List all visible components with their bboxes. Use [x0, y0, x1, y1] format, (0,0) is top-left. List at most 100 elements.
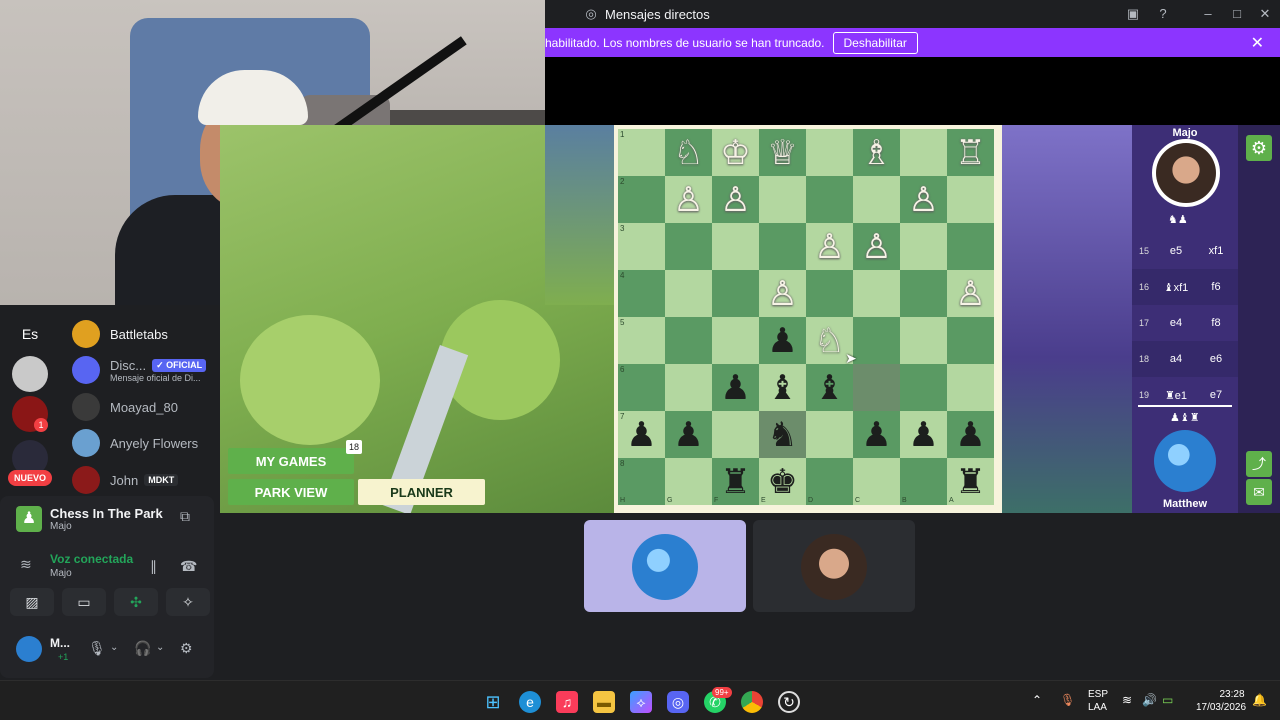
- board-square[interactable]: ♟: [759, 317, 806, 364]
- disable-button[interactable]: Deshabilitar: [832, 31, 918, 54]
- dm-item-anyely[interactable]: Anyely Flowers: [72, 425, 198, 461]
- wifi-icon[interactable]: ≋: [1122, 693, 1132, 707]
- disconnect-icon[interactable]: ☎: [180, 558, 197, 575]
- board-square[interactable]: ♟: [900, 411, 947, 458]
- planner-button[interactable]: PLANNER: [358, 479, 485, 505]
- black-knight-piece[interactable]: ♞: [767, 418, 797, 452]
- share-icon[interactable]: ⤴: [1246, 451, 1272, 477]
- white-rook-piece[interactable]: ♖: [955, 136, 985, 170]
- board-square[interactable]: ♙: [900, 176, 947, 223]
- mic-tray-icon[interactable]: 🎙: [1060, 693, 1075, 707]
- dm-item-moayad[interactable]: Moayad_80: [72, 389, 178, 425]
- black-pawn-piece[interactable]: ♟: [626, 418, 656, 452]
- board-square[interactable]: ♝: [759, 364, 806, 411]
- board-square[interactable]: [665, 317, 712, 364]
- board-square[interactable]: ♔: [712, 129, 759, 176]
- language-top[interactable]: ESP: [1088, 689, 1108, 700]
- white-king-piece[interactable]: ♔: [720, 136, 750, 170]
- park-view-button[interactable]: PARK VIEW: [228, 479, 354, 505]
- board-square[interactable]: [900, 270, 947, 317]
- dm-item-john[interactable]: John MDKT: [72, 462, 179, 498]
- board-square[interactable]: [759, 176, 806, 223]
- board-square[interactable]: ♙: [853, 223, 900, 270]
- white-pawn-piece[interactable]: ♙: [908, 183, 938, 217]
- board-square[interactable]: [806, 129, 853, 176]
- board-square[interactable]: ♙: [712, 176, 759, 223]
- board-square[interactable]: ♟: [853, 411, 900, 458]
- black-pawn-piece[interactable]: ♟: [861, 418, 891, 452]
- board-square[interactable]: [900, 223, 947, 270]
- board-square[interactable]: C: [853, 458, 900, 505]
- edge-icon[interactable]: e: [519, 691, 541, 713]
- move-row[interactable]: 15 e5 xf1: [1132, 233, 1238, 269]
- black-king-piece[interactable]: ♚: [767, 465, 797, 499]
- screen-share-button[interactable]: ▭: [62, 588, 106, 616]
- maximize-icon[interactable]: □: [1229, 6, 1245, 22]
- board-square[interactable]: [853, 270, 900, 317]
- music-icon[interactable]: ♫: [556, 691, 578, 713]
- board-square[interactable]: [853, 317, 900, 364]
- board-square[interactable]: ♟: [947, 411, 994, 458]
- white-pawn-piece[interactable]: ♙: [955, 277, 985, 311]
- white-bishop-piece[interactable]: ♗: [861, 136, 891, 170]
- board-square[interactable]: [947, 176, 994, 223]
- board-square[interactable]: D: [806, 458, 853, 505]
- noise-suppression-icon[interactable]: ∥: [150, 558, 157, 575]
- move-row[interactable]: 19 ♜e1 e7: [1132, 377, 1238, 413]
- board-square[interactable]: 2: [618, 176, 665, 223]
- black-pawn-piece[interactable]: ♟: [673, 418, 703, 452]
- white-knight-piece[interactable]: ♘: [814, 324, 844, 358]
- gear-icon[interactable]: ⚙: [180, 640, 193, 657]
- board-square[interactable]: G: [665, 458, 712, 505]
- close-banner-icon[interactable]: ✕: [1251, 33, 1264, 53]
- board-square[interactable]: 1: [618, 129, 665, 176]
- call-tile-majo[interactable]: [753, 520, 915, 612]
- board-square[interactable]: ♙: [806, 223, 853, 270]
- camera-off-button[interactable]: ▨: [10, 588, 54, 616]
- guild-avatar[interactable]: [12, 356, 48, 392]
- black-pawn-piece[interactable]: ♟: [908, 418, 938, 452]
- settings-icon[interactable]: ⚙: [1246, 135, 1272, 161]
- copilot-icon[interactable]: ⟡: [630, 691, 652, 713]
- popout-icon[interactable]: ⧉: [180, 508, 190, 525]
- volume-icon[interactable]: 🔊: [1142, 693, 1157, 707]
- board-square[interactable]: ♟: [712, 364, 759, 411]
- board-square[interactable]: 8H: [618, 458, 665, 505]
- board-square[interactable]: [712, 411, 759, 458]
- board-square[interactable]: 7 ♟: [618, 411, 665, 458]
- my-games-button[interactable]: MY GAMES: [228, 448, 354, 474]
- board-square[interactable]: E ♚: [759, 458, 806, 505]
- notification-icon[interactable]: 🔔: [1252, 693, 1267, 707]
- board-square[interactable]: [665, 364, 712, 411]
- board-square[interactable]: [712, 317, 759, 364]
- black-rook-piece[interactable]: ♜: [955, 465, 985, 499]
- headphones-icon[interactable]: 🎧: [134, 640, 151, 657]
- black-pawn-piece[interactable]: ♟: [767, 324, 797, 358]
- move-row[interactable]: 18 a4 e6: [1132, 341, 1238, 377]
- app-icon[interactable]: ↻: [778, 691, 800, 713]
- board-square[interactable]: [900, 364, 947, 411]
- board-square[interactable]: B: [900, 458, 947, 505]
- dm-item-discord[interactable]: Disc... ✓ OFICIAL Mensaje oficial de Di.…: [72, 352, 207, 388]
- help-icon[interactable]: ?: [1155, 6, 1171, 22]
- board-square[interactable]: 6: [618, 364, 665, 411]
- black-bishop-piece[interactable]: ♝: [767, 371, 797, 405]
- language-bottom[interactable]: LAA: [1088, 702, 1107, 713]
- battery-icon[interactable]: ▭: [1162, 693, 1173, 707]
- board-square[interactable]: A ♜: [947, 458, 994, 505]
- top-player-avatar[interactable]: [1152, 139, 1220, 207]
- minimize-icon[interactable]: –: [1200, 6, 1216, 22]
- folder-icon[interactable]: ▬: [593, 691, 615, 713]
- chat-icon[interactable]: ✉: [1246, 479, 1272, 505]
- white-pawn-piece[interactable]: ♙: [861, 230, 891, 264]
- board-square[interactable]: [900, 129, 947, 176]
- board-square[interactable]: [853, 364, 900, 411]
- mic-icon[interactable]: 🎙: [88, 640, 106, 657]
- board-square[interactable]: ♟: [665, 411, 712, 458]
- board-square[interactable]: 5: [618, 317, 665, 364]
- chrome-icon[interactable]: [741, 691, 763, 713]
- board-square[interactable]: ♖: [947, 129, 994, 176]
- white-pawn-piece[interactable]: ♙: [767, 277, 797, 311]
- board-square[interactable]: [806, 270, 853, 317]
- board-square[interactable]: [806, 411, 853, 458]
